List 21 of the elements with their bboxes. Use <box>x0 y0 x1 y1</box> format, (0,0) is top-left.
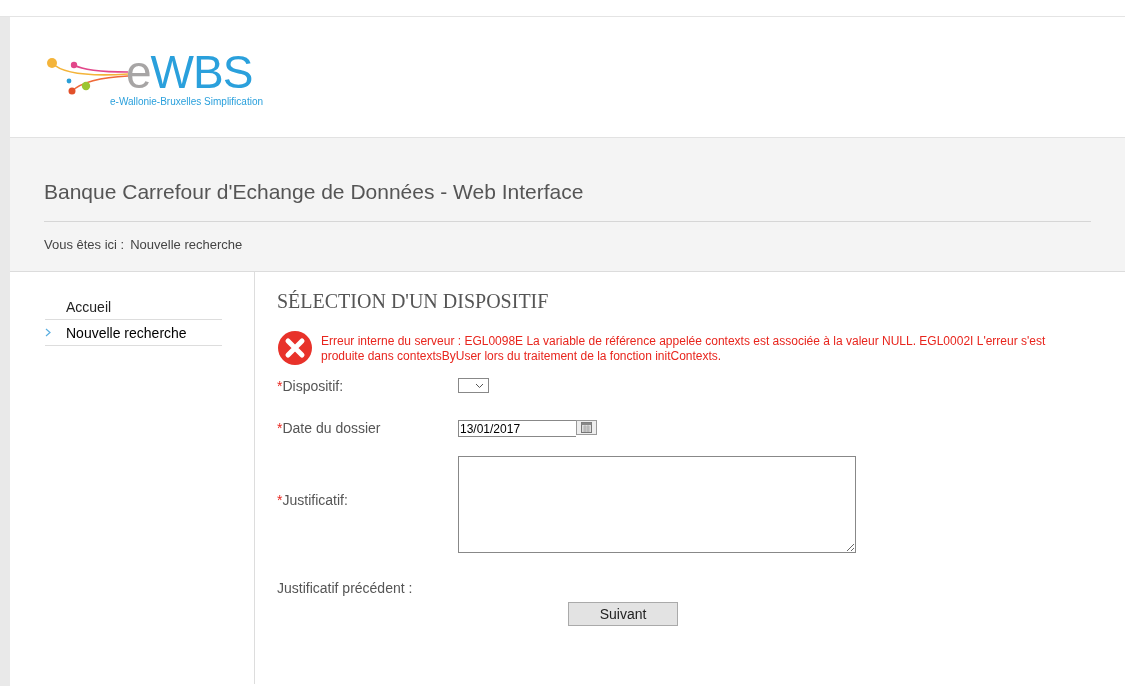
dispositif-select[interactable] <box>458 378 489 393</box>
calendar-button[interactable] <box>576 420 597 435</box>
page-title: Banque Carrefour d'Echange de Données - Web Interface <box>44 138 1091 222</box>
logo-wordmark: eWBS <box>126 49 253 94</box>
breadcrumb-label: Vous êtes ici : <box>44 237 125 252</box>
caret-icon <box>475 382 484 389</box>
breadcrumb-link[interactable]: Nouvelle recherche <box>130 237 243 252</box>
next-button[interactable]: Suivant <box>568 602 678 626</box>
sidebar-item[interactable]: Nouvelle recherche <box>45 320 222 346</box>
logo-tagline: e-Wallonie-Bruxelles Simplification <box>110 95 264 107</box>
error-icon <box>277 330 313 366</box>
date-field[interactable]: 13/01/2017 <box>458 420 576 437</box>
error-message: Erreur interne du serveur : EGL0098E La variable de référence appelée contexts est associée à la valeur NULL. EGL0002I L'erreur s'est produite dans contextsByUser lors du traitement de la fonction initContexts. <box>321 333 1047 364</box>
field-label: *Dispositif: <box>277 378 345 394</box>
section-heading: SÉLECTION D'UN DISPOSITIF <box>277 290 550 313</box>
justificatif-textarea[interactable] <box>458 456 856 553</box>
field-label: *Date du dossier <box>277 420 382 436</box>
field-label: Justificatif précédent : <box>277 580 414 596</box>
chevron-icon <box>45 328 51 337</box>
sidebar-item[interactable]: Accueil <box>45 294 222 320</box>
field-label: *Justificatif: <box>277 491 349 508</box>
